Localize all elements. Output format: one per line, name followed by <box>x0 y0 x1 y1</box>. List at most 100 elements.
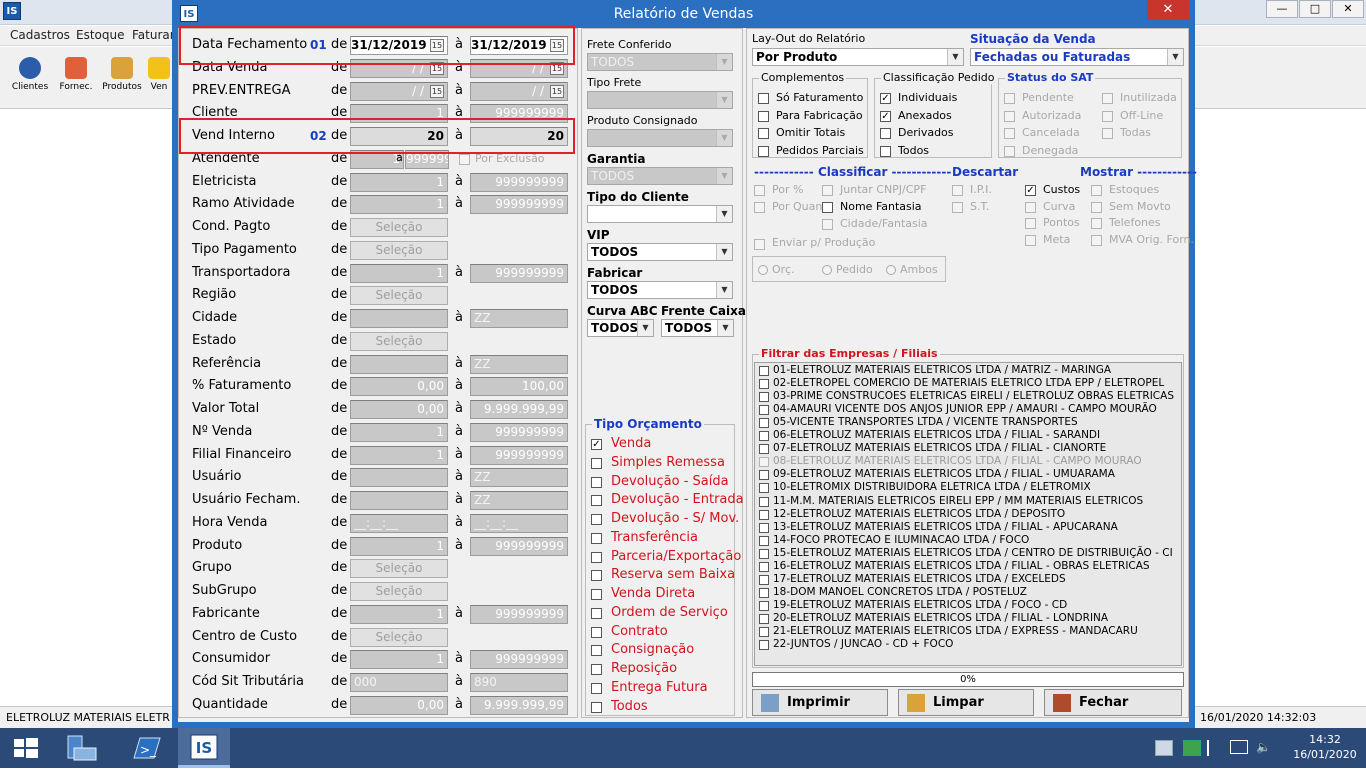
filter-15-to-field[interactable]: 100,00 <box>470 377 568 396</box>
radio-2[interactable] <box>886 265 896 275</box>
filter-22-from-field[interactable]: 1 <box>350 537 448 556</box>
filter-27-to-field[interactable]: 999999999 <box>470 650 568 669</box>
classificacao-checkbox-2[interactable] <box>880 128 891 139</box>
classificar-checkbox-0[interactable] <box>754 185 765 196</box>
mostrar-checkbox-a3[interactable] <box>1025 234 1036 246</box>
empresa-item-4[interactable]: 05-VICENTE TRANSPORTES LTDA / VICENTE TR… <box>773 416 1078 428</box>
menu-cadastros[interactable]: Cadastros <box>10 28 70 42</box>
filter-18-to-field[interactable]: 999999999 <box>470 446 568 465</box>
mostrar-checkbox-b0[interactable] <box>1091 185 1102 196</box>
filter-9-selecao-button[interactable]: Seleção <box>350 241 448 260</box>
filter-13-selecao-button[interactable]: Seleção <box>350 332 448 351</box>
filter-10-to-field[interactable]: 999999999 <box>470 264 568 283</box>
filter-16-to-field[interactable]: 9.999.999,99 <box>470 400 568 419</box>
mostrar-checkbox-b3[interactable] <box>1091 234 1102 246</box>
taskbar-clock[interactable]: 14:32 16/01/2020 <box>1290 732 1360 762</box>
filter-6-from-field[interactable]: 1 <box>350 173 448 192</box>
menu-estoque[interactable]: Estoque <box>76 28 125 42</box>
tipo-orcamento-checkbox-4[interactable] <box>591 514 602 525</box>
tray-network-icon[interactable] <box>1155 740 1173 756</box>
filter-16-from-field[interactable]: 0,00 <box>350 400 448 419</box>
empresa-item-16[interactable]: 17-ELETROLUZ MATERIAIS ELETRICOS LTDA / … <box>773 573 1066 585</box>
tipo-orcamento-checkbox-7[interactable] <box>591 570 602 581</box>
sat-checkbox-a0[interactable] <box>1004 93 1015 104</box>
filter-25-from-field[interactable]: 1 <box>350 605 448 624</box>
filter-10-from-field[interactable]: 1 <box>350 264 448 283</box>
empresa-checkbox-7[interactable] <box>759 457 769 467</box>
tipo-orcamento-checkbox-3[interactable] <box>591 495 602 506</box>
filter-2-from-calendar-icon[interactable]: 15 <box>430 85 444 98</box>
filter-22-to-field[interactable]: 999999999 <box>470 537 568 556</box>
tipo-orcamento-checkbox-13[interactable] <box>591 683 602 694</box>
sat-checkbox-b0[interactable] <box>1102 93 1113 104</box>
tipo-orcamento-checkbox-1[interactable] <box>591 458 602 469</box>
empresa-checkbox-18[interactable] <box>759 601 769 611</box>
empresa-checkbox-19[interactable] <box>759 614 769 624</box>
empresa-item-17[interactable]: 18-DOM MANOEL CONCRETOS LTDA / POSTELUZ <box>773 586 1027 598</box>
filter-2-to-calendar-icon[interactable]: 15 <box>550 85 564 98</box>
classificacao-checkbox-3[interactable] <box>880 145 891 157</box>
fabricar-combo[interactable]: TODOS ▼ <box>587 281 733 299</box>
empresa-item-1[interactable]: 02-ELETROPEL COMERCIO DE MATERIAIS ELETR… <box>773 377 1164 389</box>
curva-abc-combo[interactable]: TODOS ▼ <box>587 319 654 337</box>
sat-checkbox-a2[interactable] <box>1004 128 1015 139</box>
taskbar-is-app[interactable]: IS <box>178 728 230 768</box>
empresa-checkbox-12[interactable] <box>759 523 769 533</box>
complementos-checkbox-2[interactable] <box>758 128 769 139</box>
tipo-orcamento-checkbox-11[interactable] <box>591 645 602 656</box>
complementos-checkbox-3[interactable] <box>758 145 769 157</box>
filter-14-to-field[interactable]: ZZ <box>470 355 568 374</box>
empresa-item-8[interactable]: 09-ELETROLUZ MATERIAIS ELETRICOS LTDA / … <box>773 468 1115 480</box>
empresa-item-9[interactable]: 10-ELETROMIX DISTRIBUIDORA ELETRICA LTDA… <box>773 481 1091 493</box>
filter-24-selecao-button[interactable]: Seleção <box>350 582 448 601</box>
classificar-checkbox-2[interactable] <box>754 202 765 213</box>
filter-2-from-field[interactable]: / / 15 <box>350 82 448 101</box>
empresa-checkbox-6[interactable] <box>759 444 769 454</box>
filter-7-from-field[interactable]: 1 <box>350 195 448 214</box>
filter-28-from-field[interactable]: 000 <box>350 673 448 692</box>
empresa-checkbox-17[interactable] <box>759 588 769 598</box>
filter-18-from-field[interactable]: 1 <box>350 446 448 465</box>
filter-17-to-field[interactable]: 999999999 <box>470 423 568 442</box>
taskbar-server-manager[interactable] <box>56 728 108 768</box>
filter-26-selecao-button[interactable]: Seleção <box>350 628 448 647</box>
empresa-checkbox-15[interactable] <box>759 562 769 572</box>
filter-25-to-field[interactable]: 999999999 <box>470 605 568 624</box>
tipo-orcamento-checkbox-6[interactable] <box>591 552 602 563</box>
filter-23-selecao-button[interactable]: Seleção <box>350 559 448 578</box>
filter-12-to-field[interactable]: ZZ <box>470 309 568 328</box>
garantia-combo[interactable]: TODOS ▼ <box>587 167 733 185</box>
tray-volume-icon[interactable]: 🔈 <box>1256 740 1272 756</box>
classificar-checkbox-1[interactable] <box>822 185 833 196</box>
filter-15-from-field[interactable]: 0,00 <box>350 377 448 396</box>
sat-checkbox-a1[interactable] <box>1004 110 1015 122</box>
empresa-item-21[interactable]: 22-JUNTOS / JUNCAO - CD + FOCO <box>773 638 953 650</box>
toolbar-produtos-button[interactable]: Produtos <box>100 53 144 105</box>
filter-21-from-field[interactable]: __:__:__ <box>350 514 448 533</box>
filter-11-selecao-button[interactable]: Seleção <box>350 286 448 305</box>
empresa-checkbox-21[interactable] <box>759 640 769 650</box>
frete-conferido-combo[interactable]: TODOS ▼ <box>587 53 733 71</box>
empresa-checkbox-11[interactable] <box>759 510 769 520</box>
filter-28-to-field[interactable]: 890 <box>470 673 568 692</box>
filter-29-to-field[interactable]: 9.999.999,99 <box>470 696 568 715</box>
produto-consignado-combo[interactable]: ▼ <box>587 129 733 147</box>
classificacao-checkbox-0[interactable]: ✓ <box>880 93 891 104</box>
empresa-checkbox-5[interactable] <box>759 431 769 441</box>
layout-combo[interactable]: Por Produto ▼ <box>752 48 964 66</box>
tipo-orcamento-checkbox-14[interactable] <box>591 702 602 713</box>
toolbar-vendas-button[interactable]: Ven <box>146 53 172 105</box>
tipo-orcamento-checkbox-9[interactable] <box>591 608 602 619</box>
dialog-close-button[interactable]: ✕ <box>1147 0 1189 20</box>
empresa-item-18[interactable]: 19-ELETROLUZ MATERIAIS ELETRICOS LTDA / … <box>773 599 1067 611</box>
empresa-checkbox-10[interactable] <box>759 497 769 507</box>
start-button[interactable] <box>0 728 52 768</box>
imprimir-button[interactable]: Imprimir <box>752 689 888 716</box>
filter-6-to-field[interactable]: 999999999 <box>470 173 568 192</box>
tray-update-icon[interactable] <box>1183 740 1201 756</box>
close-app-button[interactable]: ✕ <box>1332 0 1364 18</box>
empresa-item-7[interactable]: 08-ELETROLUZ MATERIAIS ELETRICOS LTDA / … <box>773 455 1142 467</box>
empresa-checkbox-4[interactable] <box>759 418 769 428</box>
empresa-checkbox-2[interactable] <box>759 392 769 402</box>
classificar-checkbox-3[interactable] <box>822 202 833 213</box>
